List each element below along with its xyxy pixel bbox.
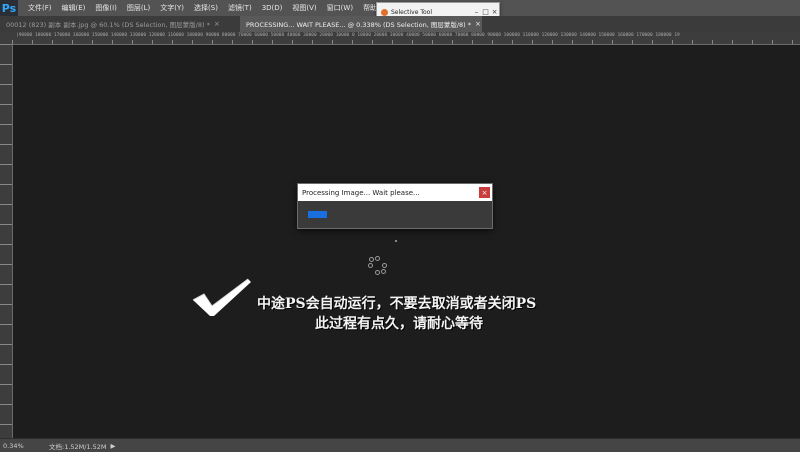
zoom-level[interactable]: 0.34% xyxy=(0,442,45,450)
menu-select[interactable]: 选择(S) xyxy=(194,3,218,13)
document-size-info: 文档:1.52M/1.52M xyxy=(49,442,107,451)
tab-document-jpg[interactable]: 00012 (823) 副本 副本.jpg @ 60.1% (DS Select… xyxy=(0,16,240,32)
processing-dialog: Processing Image... Wait please... × xyxy=(297,183,493,229)
tab-label: 00012 (823) 副本 副本.jpg @ 60.1% (DS Select… xyxy=(6,21,210,29)
loading-spinner-icon xyxy=(367,256,387,276)
dialog-close-button[interactable]: × xyxy=(479,187,490,198)
progress-bar-fill xyxy=(308,211,327,218)
menu-view[interactable]: 视图(V) xyxy=(292,3,316,13)
annotation-line-2: 此过程有点久，请耐心等待 xyxy=(315,316,483,332)
tab-close-icon[interactable]: × xyxy=(475,20,481,28)
menu-file[interactable]: 文件(F) xyxy=(28,3,52,13)
cursor-dot xyxy=(395,240,397,242)
annotation-line-1: 中途PS会自动运行，不要去取消或者关闭PS xyxy=(257,296,537,312)
menu-filter[interactable]: 滤镜(T) xyxy=(228,3,252,13)
status-menu-arrow-icon[interactable]: ▶ xyxy=(107,442,116,450)
menu-layer[interactable]: 图层(L) xyxy=(127,3,150,13)
progress-bar xyxy=(308,211,408,218)
tab-processing[interactable]: PROCESSING... WAIT PLEASE... @ 0.338% (D… xyxy=(240,16,482,32)
document-tab-bar: 00012 (823) 副本 副本.jpg @ 60.1% (DS Select… xyxy=(0,16,800,33)
menu-window[interactable]: 窗口(W) xyxy=(327,3,353,13)
menu-image[interactable]: 图像(I) xyxy=(95,3,117,13)
menu-3d[interactable]: 3D(D) xyxy=(262,4,283,12)
tab-close-icon[interactable]: × xyxy=(214,20,220,28)
minimize-button[interactable]: – xyxy=(472,8,481,16)
selective-tool-app-icon xyxy=(381,8,388,16)
menu-edit[interactable]: 编辑(E) xyxy=(62,3,86,13)
dialog-title: Processing Image... Wait please... xyxy=(302,188,420,197)
selective-tool-title: Selective Tool xyxy=(391,8,432,16)
vertical-ruler[interactable] xyxy=(0,44,13,438)
ruler-corner[interactable] xyxy=(0,32,12,44)
dialog-title-bar: Processing Image... Wait please... × xyxy=(298,184,492,201)
document-canvas[interactable] xyxy=(13,45,800,438)
close-window-button[interactable]: × xyxy=(490,8,499,16)
checkmark-icon xyxy=(192,278,251,316)
restore-button[interactable]: □ xyxy=(481,8,490,16)
tab-label: PROCESSING... WAIT PLEASE... @ 0.338% (D… xyxy=(246,21,472,29)
status-bar: 0.34% 文档:1.52M/1.52M ▶ xyxy=(0,438,800,452)
horizontal-ruler[interactable]: |90000 180000 170000 160000 150000 14000… xyxy=(12,32,800,45)
menu-type[interactable]: 文字(Y) xyxy=(160,3,184,13)
annotation-text: 中途PS会自动运行，不要去取消或者关闭PS 此过程有点久，请耐心等待 xyxy=(257,294,587,334)
photoshop-logo-icon: Ps xyxy=(0,0,18,16)
ruler-tick-labels: |90000 180000 170000 160000 150000 14000… xyxy=(16,33,680,38)
